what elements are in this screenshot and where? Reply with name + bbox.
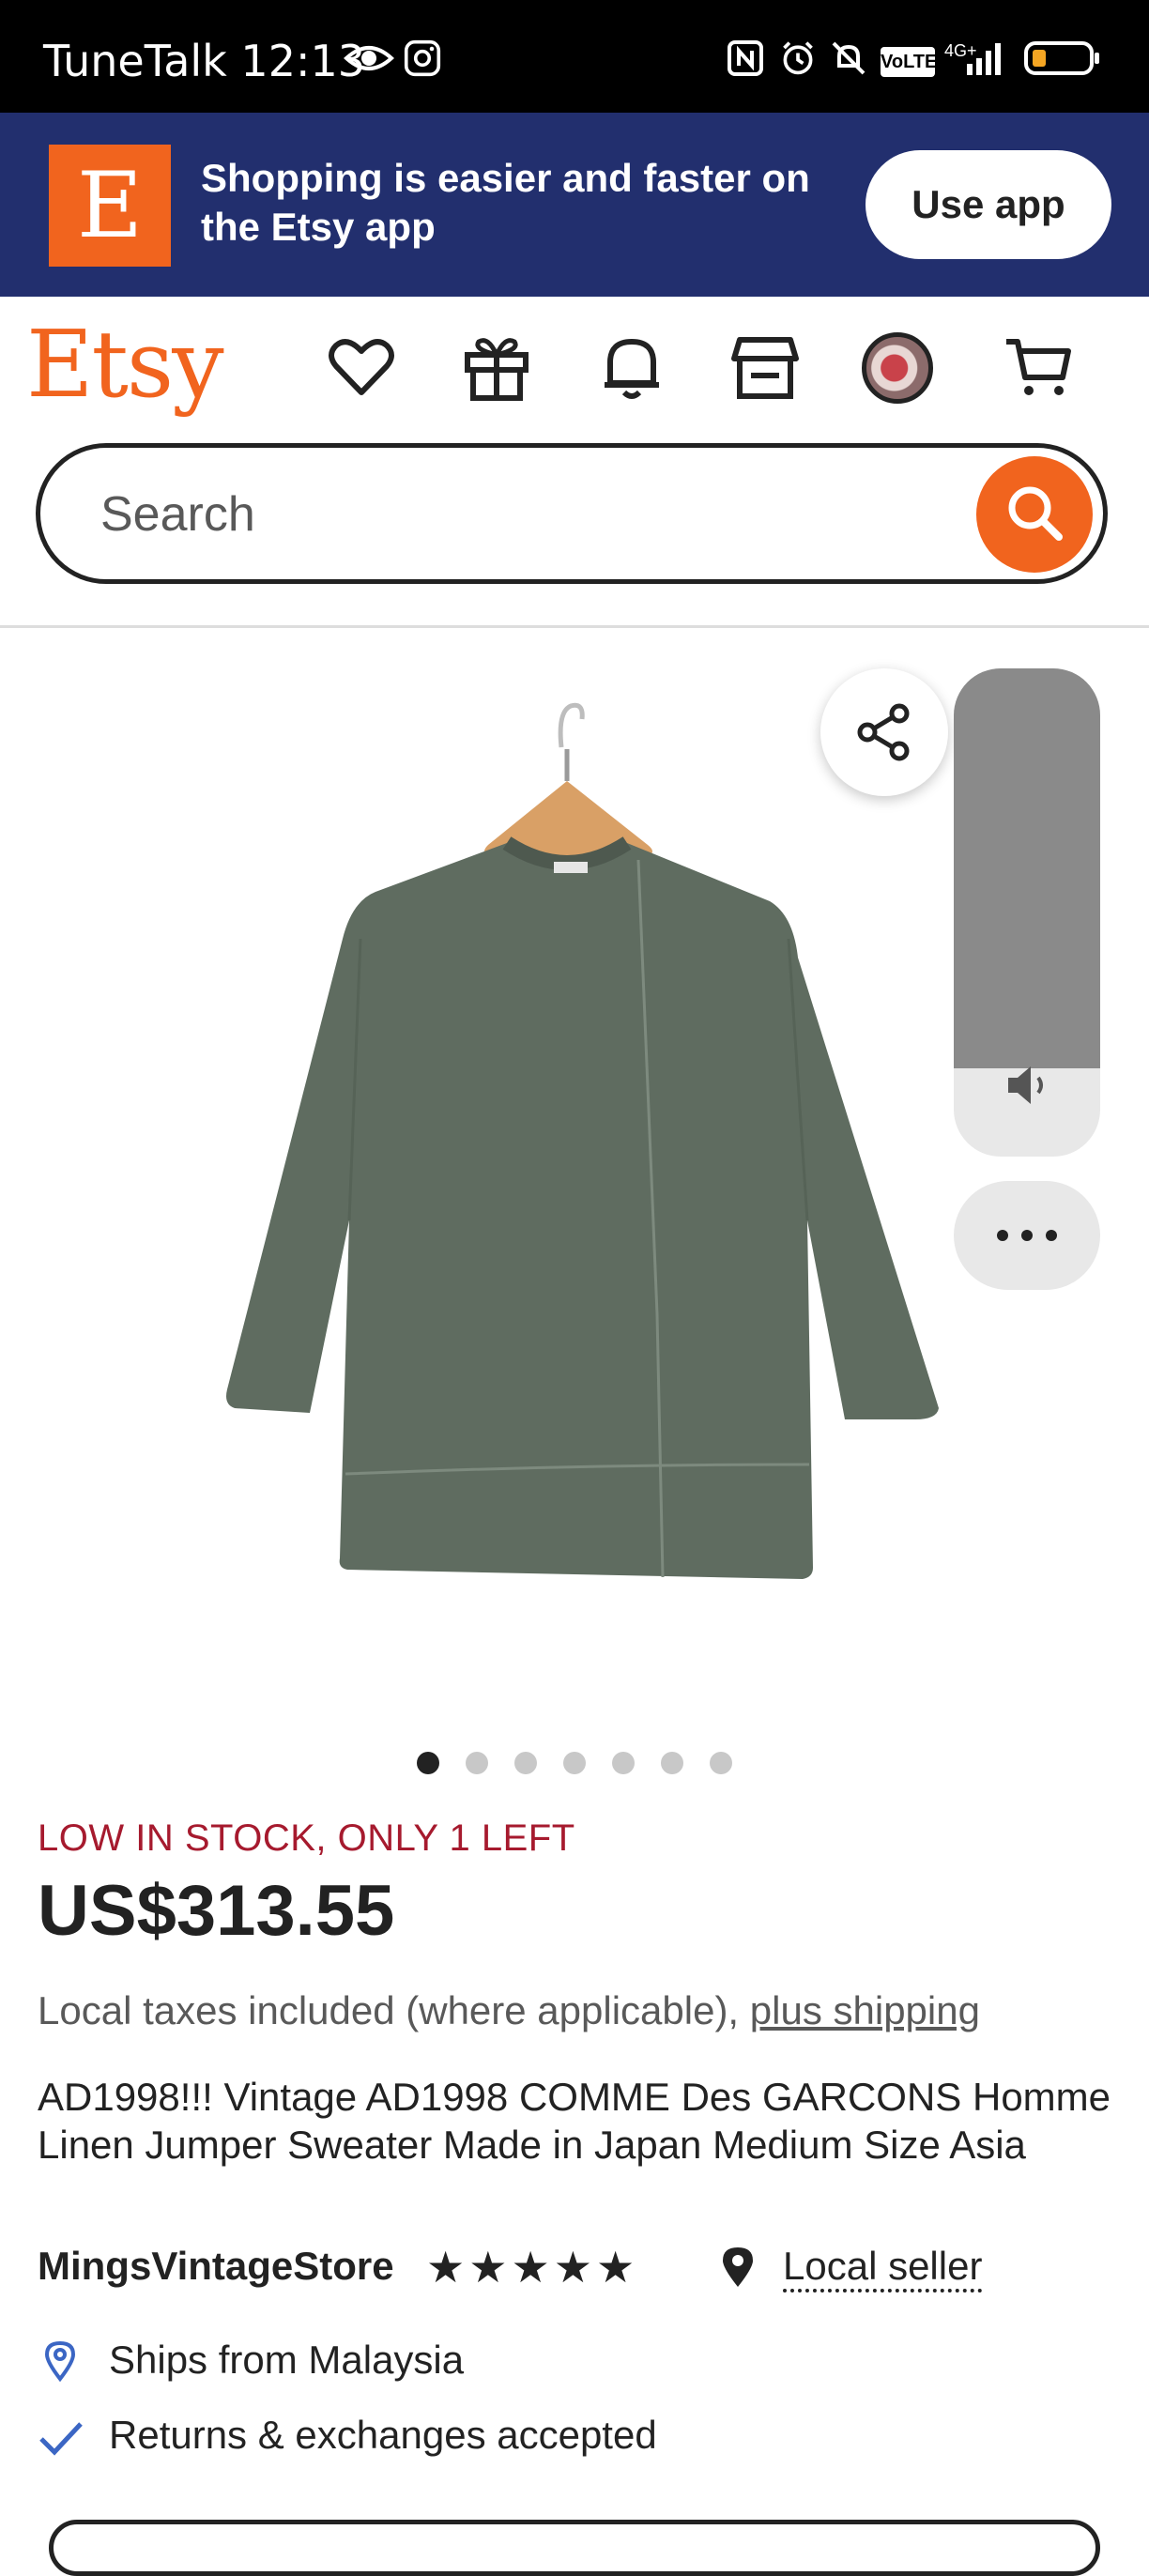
checkmark-icon: [39, 2422, 83, 2456]
rating-stars[interactable]: ★★★★★: [426, 2242, 638, 2292]
carousel-dot[interactable]: [710, 1752, 732, 1774]
search-button[interactable]: [976, 456, 1093, 573]
location-icon: [44, 2340, 76, 2383]
speaker-icon: [1008, 1066, 1043, 1104]
status-time: TuneTalk 12:13: [43, 36, 366, 86]
price: US$313.55: [38, 1871, 395, 1951]
more-icon: [997, 1230, 1057, 1241]
app-banner-text: Shopping is easier and faster on the Ets…: [201, 156, 810, 249]
mute-bell-icon: [832, 41, 866, 75]
tax-text: Local taxes included (where applicable),: [38, 1988, 740, 2032]
avatar[interactable]: [862, 332, 933, 404]
alarm-icon: [783, 41, 813, 75]
carousel-dot[interactable]: [612, 1752, 635, 1774]
etsy-logo[interactable]: Etsy: [26, 312, 224, 419]
volte-badge: VoLTE: [881, 47, 937, 77]
seller-row: MingsVintageStore ★★★★★ Local seller: [38, 2242, 1117, 2296]
share-icon: [857, 703, 910, 761]
carousel-dot[interactable]: [466, 1752, 488, 1774]
stock-label: LOW IN STOCK, ONLY 1 LEFT: [38, 1817, 575, 1859]
search-icon: [1008, 486, 1063, 541]
carousel-dot[interactable]: [417, 1752, 439, 1774]
ships-from-text: Ships from Malaysia: [109, 2338, 465, 2382]
plus-shipping-link[interactable]: plus shipping: [750, 1988, 980, 2032]
returns-text: Returns & exchanges accepted: [109, 2413, 657, 2457]
carousel-dot[interactable]: [563, 1752, 586, 1774]
carousel-dot[interactable]: [661, 1752, 683, 1774]
tax-line: Local taxes included (where applicable),…: [38, 1988, 980, 2033]
seller-name[interactable]: MingsVintageStore: [38, 2244, 394, 2289]
gift-icon[interactable]: [460, 330, 533, 404]
status-bar: TuneTalk 12:13 VoLTE 4G+: [0, 0, 1149, 113]
eye-icon: [344, 46, 394, 70]
location-pin-icon: [723, 2247, 753, 2287]
more-options-button[interactable]: [954, 1181, 1100, 1290]
volume-level: [954, 668, 1100, 1068]
cart-icon[interactable]: [1003, 330, 1076, 404]
search-input[interactable]: [99, 448, 947, 581]
shop-icon[interactable]: [728, 330, 802, 404]
search-bar: [36, 443, 1108, 584]
heart-icon[interactable]: [325, 330, 398, 404]
listing-title: AD1998!!! Vintage AD1998 COMME Des GARCO…: [38, 2075, 1111, 2167]
use-app-button[interactable]: Use app: [866, 150, 1111, 259]
header-divider: [0, 625, 1149, 628]
battery-icon: [1024, 41, 1099, 75]
etsy-app-logo: E: [49, 145, 171, 267]
carousel-dot[interactable]: [514, 1752, 537, 1774]
bell-icon[interactable]: [595, 330, 668, 404]
nfc-icon: [728, 40, 763, 76]
share-button[interactable]: [820, 668, 948, 796]
signal-icon: [967, 43, 1001, 75]
volume-slider[interactable]: [954, 668, 1100, 1157]
bottom-button-edge[interactable]: [49, 2520, 1100, 2576]
local-seller-link[interactable]: Local seller: [783, 2244, 983, 2292]
instagram-icon: [404, 39, 441, 77]
app-banner: E Shopping is easier and faster on the E…: [0, 113, 1149, 297]
